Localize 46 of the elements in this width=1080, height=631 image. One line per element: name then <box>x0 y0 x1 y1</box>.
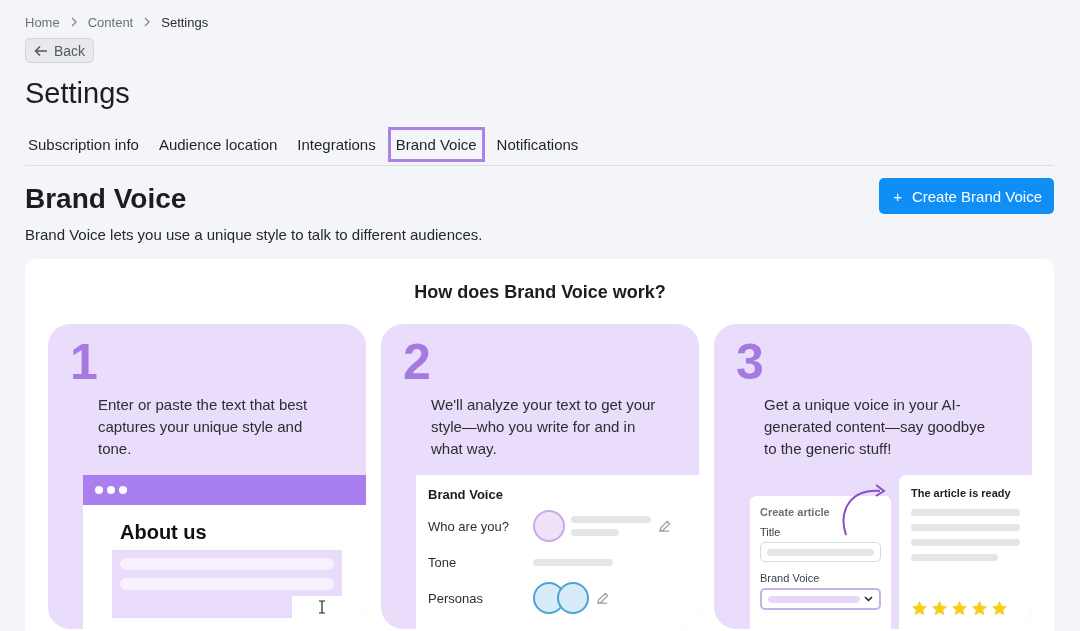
back-button[interactable]: Back <box>25 38 95 63</box>
step-description: Enter or paste the text that best captures your unique style and tone. <box>98 395 309 459</box>
chevron-right-icon <box>143 17 152 27</box>
row-label: Who are you? <box>428 518 510 534</box>
tab[interactable]: Integrations <box>289 126 384 162</box>
tab[interactable]: Notifications <box>488 126 587 162</box>
star-icon[interactable] <box>911 600 928 617</box>
breadcrumb-link[interactable]: Home <box>25 14 60 30</box>
section-description: Brand Voice lets you use a unique style to talk to different audiences. <box>25 226 483 243</box>
field-label: Brand Voice <box>760 572 821 584</box>
select-field[interactable] <box>760 588 881 610</box>
row-label: Personas <box>428 590 484 606</box>
chevron-down-icon <box>864 596 873 602</box>
step-number: 3 <box>736 336 764 388</box>
input-field[interactable] <box>760 542 881 562</box>
tab[interactable]: Audience location <box>150 126 286 162</box>
article-title: The article is ready <box>911 487 1012 499</box>
tab[interactable]: Subscription info <box>25 126 147 162</box>
page-title: Settings <box>25 76 131 111</box>
star-icon[interactable] <box>931 600 948 617</box>
arrow-left-icon <box>34 44 48 57</box>
step-description: Get a unique voice in your AI-generated content—say goodbye to the generic stuff! <box>764 395 986 459</box>
row-label: Tone <box>428 554 458 570</box>
window-dots-icon <box>95 486 127 494</box>
tab[interactable]: Brand Voice <box>387 126 485 162</box>
breadcrumb-link[interactable]: Content <box>87 14 134 30</box>
step-description: We'll analyze your text to get your style—who you write for and in what way. <box>431 395 657 459</box>
chevron-right-icon <box>69 17 78 27</box>
breadcrumb-link[interactable]: Settings <box>161 14 209 30</box>
placeholder-line <box>571 529 619 536</box>
text-cursor-icon <box>318 600 326 614</box>
panel-title: Brand Voice <box>428 487 504 502</box>
avatar-circle <box>533 510 565 542</box>
section-title: Brand Voice <box>25 182 188 216</box>
about-heading: About us <box>120 521 208 544</box>
step-number: 2 <box>403 336 431 388</box>
star-icon[interactable] <box>971 600 988 617</box>
field-label: Title <box>760 526 782 538</box>
star-icon[interactable] <box>951 600 968 617</box>
pencil-icon[interactable] <box>657 518 672 534</box>
step-number: 1 <box>70 336 98 388</box>
avatar-circle <box>557 582 589 614</box>
form-title: Create article <box>760 506 831 518</box>
star-icon[interactable] <box>991 600 1008 617</box>
card-heading: How does Brand Voice work? <box>413 281 667 303</box>
pencil-icon[interactable] <box>595 590 610 606</box>
